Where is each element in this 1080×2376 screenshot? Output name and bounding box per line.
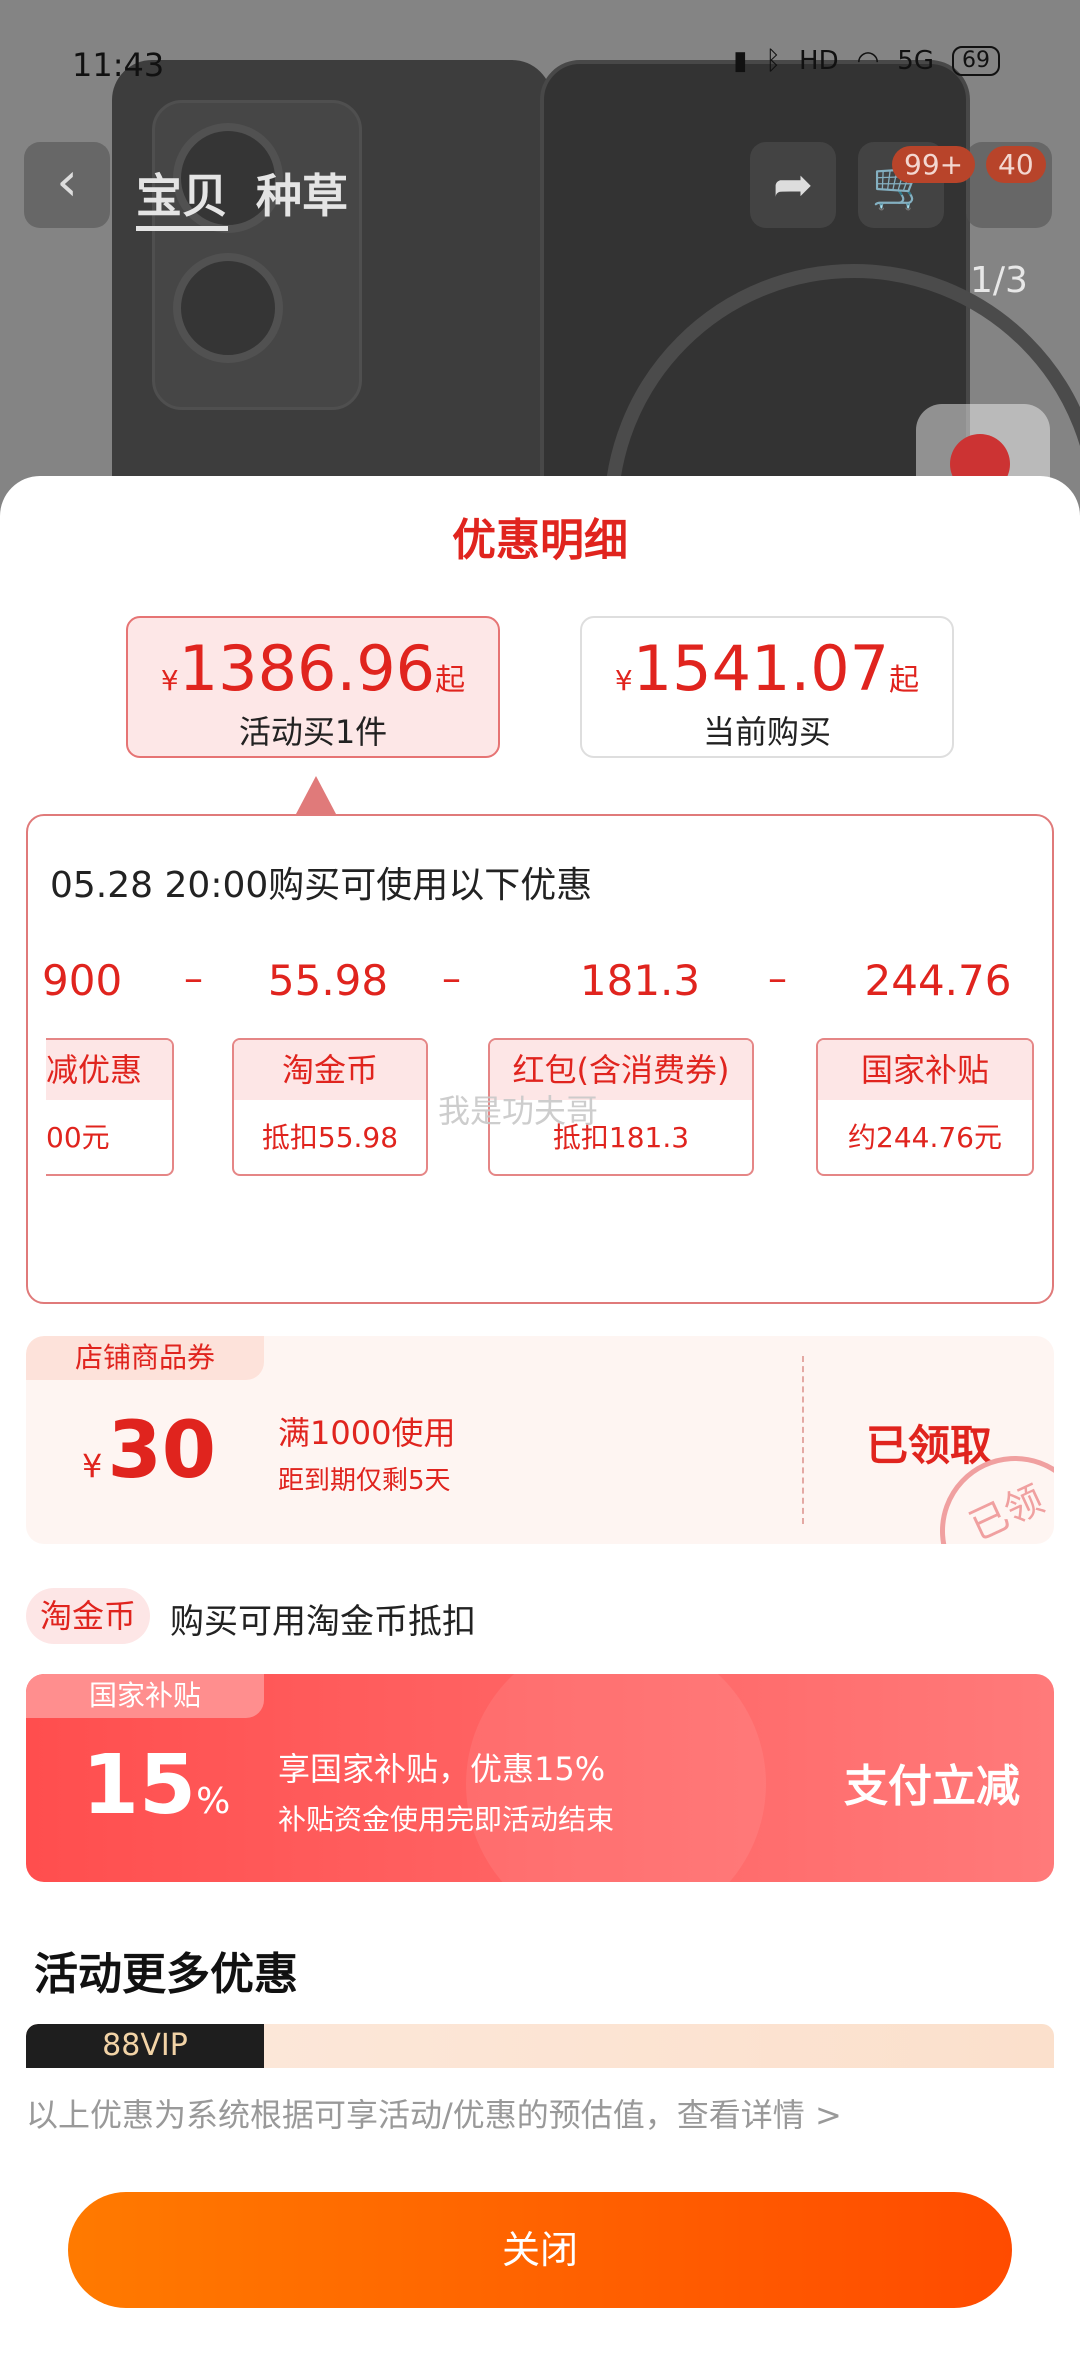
tag-title: 淘金币 — [234, 1040, 426, 1100]
chevron-left-icon: ‹ — [56, 150, 78, 213]
message-badge: 40 — [986, 146, 1046, 183]
subsidy-action[interactable]: 支付立减 — [844, 1750, 1020, 1814]
status-bar: 11:43 ▮ ᛒ HD ◠ 5G 69 — [0, 40, 1080, 90]
currency-symbol: ¥ — [82, 1447, 103, 1485]
price-option-label: 当前购买 — [702, 713, 831, 751]
coin-tag: 淘金币 — [26, 1588, 150, 1644]
coupon-condition: 满1000使用 — [278, 1414, 456, 1452]
minus-sign: – — [768, 956, 787, 1000]
signal-icon: 5G — [897, 46, 934, 76]
tab-item[interactable]: 宝贝 — [136, 160, 228, 231]
store-coupon[interactable]: 店铺商品券 ¥ 30 满1000使用 距到期仅剩5天 已领取 已领 — [26, 1336, 1054, 1544]
minus-sign: – — [184, 956, 203, 1000]
subsidy-percent-value: 15 — [82, 1738, 197, 1833]
discount-amount: 900 — [42, 956, 123, 1005]
coupon-amount: ¥ 30 — [82, 1406, 216, 1496]
discount-detail-sheet: 优惠明细 ¥1386.96起 活动买1件 ¥1541.07起 当前购买 05.2… — [0, 476, 1080, 2376]
back-button[interactable]: ‹ — [24, 142, 110, 228]
discount-amount: 244.76 — [864, 956, 1012, 1005]
price-suffix: 起 — [889, 663, 920, 698]
tag-desc: 约244.76元 — [848, 1121, 1002, 1154]
currency-symbol: ¥ — [160, 664, 179, 697]
nav-tabs: 宝贝 种草 — [136, 160, 348, 231]
status-time: 11:43 — [72, 46, 165, 84]
disclaimer-link[interactable]: 以上优惠为系统根据可享活动/优惠的预估值，查看详情 > — [26, 2090, 842, 2136]
subsidy-sub-text: 补贴资金使用完即活动结束 — [278, 1803, 615, 1836]
selection-pointer — [296, 776, 336, 814]
image-page-indicator: 1/3 — [970, 260, 1028, 301]
price-option-label: 活动买1件 — [238, 713, 388, 751]
discount-tag[interactable]: 淘金币 抵扣55.98 — [232, 1038, 428, 1176]
coupon-expiry: 距到期仅剩5天 — [278, 1466, 451, 1496]
tag-desc: 抵扣55.98 — [261, 1121, 399, 1154]
subsidy-main-text: 享国家补贴，优惠15% — [278, 1750, 606, 1788]
price-value: 1386.96 — [178, 632, 436, 705]
vip-tag: 88VIP — [26, 2024, 264, 2068]
price-suffix: 起 — [435, 663, 466, 698]
wifi-icon: ◠ — [856, 46, 880, 76]
tag-title: 减优惠 — [46, 1040, 172, 1100]
vip-offer-card[interactable]: 88VIP — [26, 2024, 1054, 2068]
tab-seed[interactable]: 种草 — [256, 160, 348, 231]
discount-amount: 55.98 — [267, 956, 389, 1005]
subsidy-percent-unit: % — [196, 1781, 231, 1822]
status-icons: ▮ ᛒ HD ◠ 5G 69 — [733, 46, 1000, 76]
discount-amount: 181.3 — [579, 956, 701, 1005]
share-button[interactable]: ➦ — [750, 142, 836, 228]
sheet-title: 优惠明细 — [452, 515, 628, 566]
discount-breakdown: 05.28 20:00购买可使用以下优惠 900 – 55.98 – 181.3… — [26, 814, 1054, 1304]
coupon-divider — [802, 1356, 804, 1524]
cart-badge: 99+ — [892, 146, 976, 183]
price-option-current[interactable]: ¥1541.07起 当前购买 — [580, 616, 954, 758]
coupon-status[interactable]: 已领取 — [866, 1412, 992, 1473]
coin-text: 购买可用淘金币抵扣 — [170, 1602, 476, 1642]
coupon-type-tag: 店铺商品券 — [26, 1336, 264, 1380]
discount-tag[interactable]: 国家补贴 约244.76元 — [816, 1038, 1034, 1176]
price-option-activity[interactable]: ¥1386.96起 活动买1件 — [126, 616, 500, 758]
price-value: 1541.07 — [632, 632, 890, 705]
watermark: 我是功夫哥 — [438, 1092, 599, 1130]
subsidy-percent: 15% — [82, 1738, 230, 1833]
subsidy-tag: 国家补贴 — [26, 1674, 264, 1718]
close-button[interactable]: 关闭 — [68, 2192, 1012, 2308]
bluetooth-icon: ᛒ — [765, 46, 782, 76]
tag-title: 国家补贴 — [818, 1040, 1032, 1100]
hd-icon: HD — [799, 46, 839, 76]
breakdown-heading: 05.28 20:00购买可使用以下优惠 — [50, 865, 593, 906]
tag-desc: 00元 — [46, 1121, 110, 1154]
battery-icon: 69 — [952, 46, 1000, 76]
vibrate-icon: ▮ — [733, 46, 748, 76]
share-icon: ➦ — [772, 157, 814, 213]
more-offers-title: 活动更多优惠 — [34, 1949, 298, 2000]
discount-tag[interactable]: 减优惠 00元 — [46, 1038, 174, 1176]
currency-symbol: ¥ — [614, 664, 633, 697]
national-subsidy-card[interactable]: 国家补贴 15% 享国家补贴，优惠15% 补贴资金使用完即活动结束 支付立减 — [26, 1674, 1054, 1882]
coupon-value: 30 — [107, 1406, 216, 1496]
minus-sign: – — [442, 956, 461, 1000]
